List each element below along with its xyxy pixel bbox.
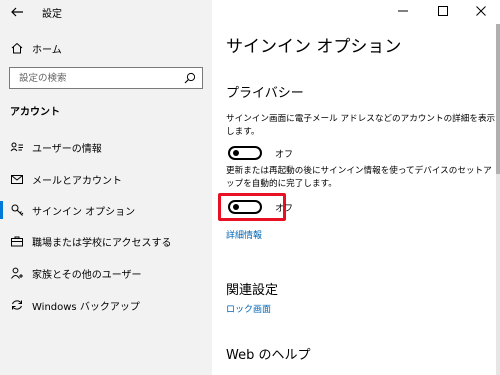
toggle-knob	[233, 150, 239, 156]
scrollbar-thumb[interactable]	[496, 24, 500, 174]
sidebar: 設定 ホーム アカウント ユーザーの情報 メールとアカウント	[0, 0, 212, 375]
add-user-icon	[11, 267, 23, 279]
sidebar-item-family-users[interactable]: 家族とその他のユーザー	[0, 261, 212, 285]
active-indicator	[0, 201, 3, 219]
sidebar-item-home[interactable]: ホーム	[0, 37, 212, 59]
back-arrow-icon[interactable]	[10, 5, 24, 19]
setting1-description: サインイン画面に電子メール アドレスなどのアカウントの詳細を表示します。	[226, 114, 496, 137]
sidebar-item-label: メールとアカウント	[32, 176, 122, 187]
related-settings-heading: 関連設定	[226, 283, 279, 298]
sidebar-item-label: ユーザーの情報	[32, 144, 102, 155]
search-input[interactable]	[19, 71, 169, 85]
sidebar-item-email-accounts[interactable]: メールとアカウント	[0, 167, 212, 191]
sidebar-item-your-info[interactable]: ユーザーの情報	[0, 135, 212, 159]
sidebar-item-sign-in-options[interactable]: サインイン オプション	[0, 198, 212, 222]
privacy-heading: プライバシー	[226, 86, 304, 101]
page-title: サインイン オプション	[226, 37, 402, 57]
section-heading: アカウント	[10, 107, 60, 118]
minimize-icon[interactable]	[396, 4, 410, 18]
sidebar-item-work-school[interactable]: 職場または学校にアクセスする	[0, 229, 212, 253]
toggle-knob	[233, 204, 239, 210]
user-card-icon	[10, 142, 23, 152]
titlebar-left: 設定	[0, 0, 212, 24]
key-icon	[11, 204, 24, 216]
close-icon[interactable]	[474, 4, 488, 18]
app-title: 設定	[42, 9, 62, 20]
setting2-description: 更新または再起動の後にサインイン情報を使ってデバイスのセットアップを自動的に完了…	[226, 166, 492, 189]
home-icon	[11, 42, 23, 54]
maximize-icon[interactable]	[436, 4, 450, 18]
web-help-heading: Web のヘルプ	[226, 348, 311, 363]
sync-icon	[12, 300, 22, 310]
search-icon[interactable]	[184, 72, 196, 84]
learn-more-link[interactable]: 詳細情報	[226, 228, 262, 241]
auto-finish-setup-toggle[interactable]	[228, 200, 262, 214]
window-controls	[360, 0, 500, 22]
briefcase-icon	[11, 236, 23, 247]
show-account-details-toggle[interactable]	[228, 146, 262, 160]
search-box[interactable]	[9, 67, 203, 89]
sidebar-item-windows-backup[interactable]: Windows バックアップ	[0, 293, 212, 317]
lock-screen-link[interactable]: ロック画面	[226, 302, 271, 315]
main-content: サインイン オプション プライバシー サインイン画面に電子メール アドレスなどの…	[212, 0, 500, 375]
sidebar-item-label: Windows バックアップ	[32, 302, 140, 313]
sidebar-item-label: 職場または学校にアクセスする	[32, 238, 172, 249]
scrollbar[interactable]	[496, 24, 500, 375]
sidebar-item-label: 家族とその他のユーザー	[32, 270, 142, 281]
sidebar-item-label: ホーム	[32, 45, 62, 56]
toggle-state-label: オフ	[275, 150, 294, 160]
toggle-state-label: オフ	[275, 204, 294, 214]
sidebar-item-label: サインイン オプション	[32, 207, 136, 218]
mail-icon	[11, 175, 23, 184]
